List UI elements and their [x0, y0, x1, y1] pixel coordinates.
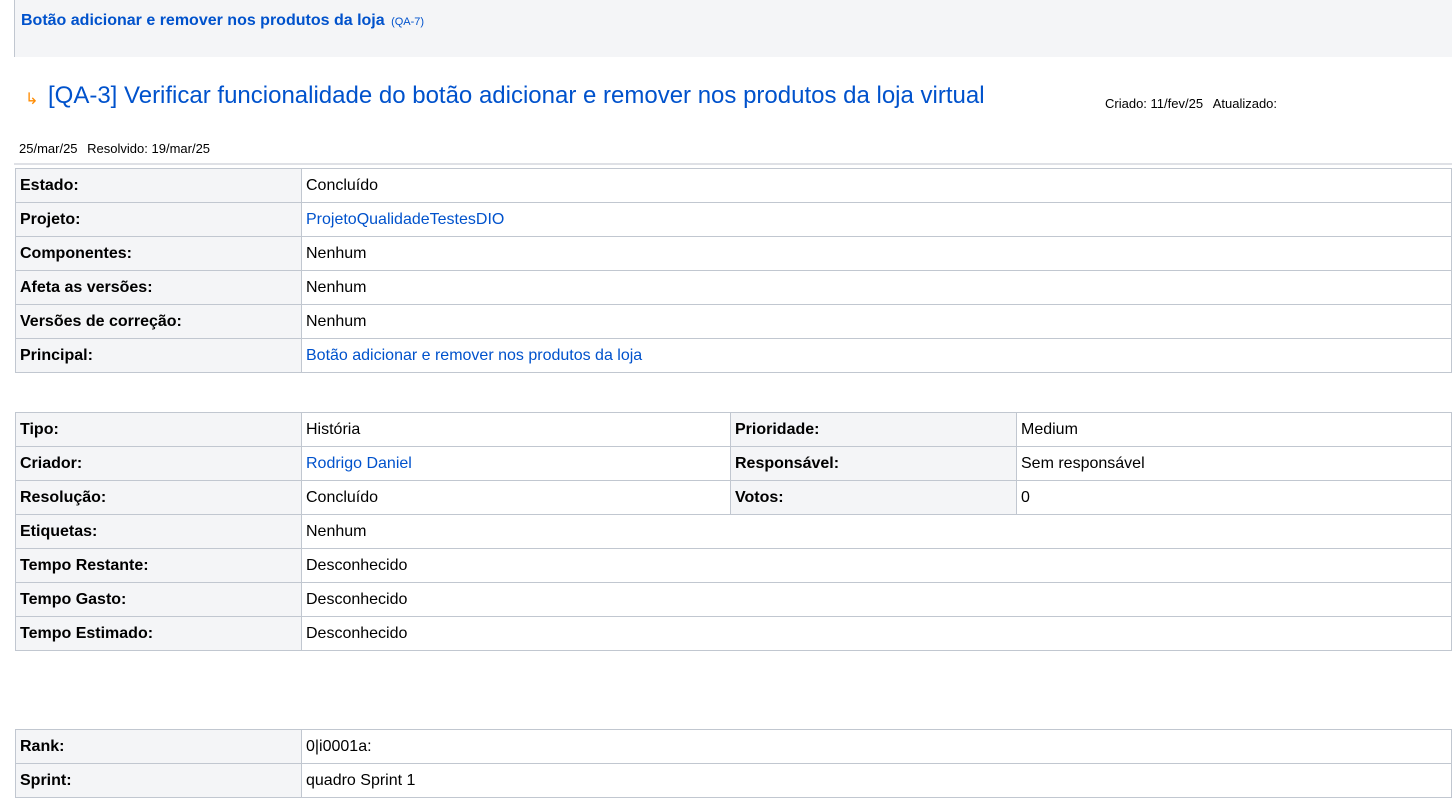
principal-label: Principal:	[15, 338, 302, 373]
table-row: Afeta as versões: Nenhum	[15, 270, 1452, 305]
table-row: Tempo Restante: Desconhecido	[15, 548, 1452, 583]
versoes-correcao-value: Nenhum	[301, 304, 1452, 339]
issue-dates-created: Criado: 11/fev/25 Atualizado:	[1105, 96, 1277, 111]
table-row: Projeto: ProjetoQualidadeTestesDIO	[15, 202, 1452, 237]
projeto-label: Projeto:	[15, 202, 302, 237]
rank-label: Rank:	[15, 729, 302, 764]
resolved-value: 19/mar/25	[151, 141, 211, 156]
componentes-label: Componentes:	[15, 236, 302, 271]
issue-title: [QA-3] Verificar funcionalidade do botão…	[48, 82, 985, 110]
extra-table: Rank: 0|i0001a: Sprint: quadro Sprint 1	[15, 729, 1452, 798]
table-row: Estado: Concluído	[15, 168, 1452, 203]
table-row: Componentes: Nenhum	[15, 236, 1452, 271]
afeta-versoes-value: Nenhum	[301, 270, 1452, 305]
created-value: 11/fev/25	[1150, 96, 1204, 111]
responsavel-value: Sem responsável	[1016, 446, 1452, 481]
issue-summary-link[interactable]: Verificar funcionalidade do botão adicio…	[124, 82, 985, 109]
estado-label: Estado:	[15, 168, 302, 203]
tempo-estimado-label: Tempo Estimado:	[15, 616, 302, 651]
criador-cell: Rodrigo Daniel	[301, 446, 731, 481]
resolucao-label: Resolução:	[15, 480, 302, 515]
estado-value: Concluído	[301, 168, 1452, 203]
rank-value: 0|i0001a:	[301, 729, 1452, 764]
resolved-label: Resolvido:	[87, 141, 148, 156]
responsavel-label: Responsável:	[730, 446, 1017, 481]
tempo-restante-label: Tempo Restante:	[15, 548, 302, 583]
updated-label: Atualizado:	[1212, 96, 1278, 111]
parent-issue-link[interactable]: Botão adicionar e remover nos produtos d…	[21, 12, 424, 30]
issue-dates-rest: 25/mar/25 Resolvido: 19/mar/25	[19, 141, 210, 156]
parent-issue-title: Botão adicionar e remover nos produtos d…	[21, 12, 385, 29]
criador-label: Criador:	[15, 446, 302, 481]
prioridade-label: Prioridade:	[730, 412, 1017, 447]
tempo-estimado-value: Desconhecido	[301, 616, 1452, 651]
table-row: Rank: 0|i0001a:	[15, 729, 1452, 764]
table-row: Etiquetas: Nenhum	[15, 514, 1452, 549]
componentes-value: Nenhum	[301, 236, 1452, 271]
sprint-label: Sprint:	[15, 763, 302, 798]
table-row: Sprint: quadro Sprint 1	[15, 763, 1452, 798]
table-row: Tempo Gasto: Desconhecido	[15, 582, 1452, 617]
table-row: Versões de correção: Nenhum	[15, 304, 1452, 339]
votos-label: Votos:	[730, 480, 1017, 515]
votos-value: 0	[1016, 480, 1452, 515]
sprint-value: quadro Sprint 1	[301, 763, 1452, 798]
divider	[14, 163, 1452, 165]
afeta-versoes-label: Afeta as versões:	[15, 270, 302, 305]
subtask-arrow-icon: ↳	[25, 91, 39, 108]
resolucao-value: Concluído	[301, 480, 731, 515]
projeto-link[interactable]: ProjetoQualidadeTestesDIO	[306, 211, 504, 228]
created-label: Criado:	[1105, 96, 1147, 111]
table-row: Resolução: Concluído Votos: 0	[15, 480, 1452, 515]
details-table: Estado: Concluído Projeto: ProjetoQualid…	[15, 168, 1452, 373]
tempo-restante-value: Desconhecido	[301, 548, 1452, 583]
tempo-gasto-value: Desconhecido	[301, 582, 1452, 617]
parent-issue-key: (QA-7)	[391, 16, 425, 28]
versoes-correcao-label: Versões de correção:	[15, 304, 302, 339]
table-row: Principal: Botão adicionar e remover nos…	[15, 338, 1452, 373]
updated-value: 25/mar/25	[19, 141, 78, 156]
issue-key-link[interactable]: [QA-3]	[48, 82, 117, 109]
parent-issue-banner: Botão adicionar e remover nos produtos d…	[14, 0, 1452, 57]
table-row: Criador: Rodrigo Daniel Responsável: Sem…	[15, 446, 1452, 481]
projeto-cell: ProjetoQualidadeTestesDIO	[301, 202, 1452, 237]
table-row: Tipo: História Prioridade: Medium	[15, 412, 1452, 447]
tempo-gasto-label: Tempo Gasto:	[15, 582, 302, 617]
tipo-label: Tipo:	[15, 412, 302, 447]
prioridade-value: Medium	[1016, 412, 1452, 447]
criador-link[interactable]: Rodrigo Daniel	[306, 455, 412, 472]
table-row: Tempo Estimado: Desconhecido	[15, 616, 1452, 651]
attributes-table: Tipo: História Prioridade: Medium Criado…	[15, 412, 1452, 651]
etiquetas-value: Nenhum	[301, 514, 1452, 549]
etiquetas-label: Etiquetas:	[15, 514, 302, 549]
principal-link[interactable]: Botão adicionar e remover nos produtos d…	[306, 347, 642, 364]
tipo-value: História	[301, 412, 731, 447]
principal-cell: Botão adicionar e remover nos produtos d…	[301, 338, 1452, 373]
